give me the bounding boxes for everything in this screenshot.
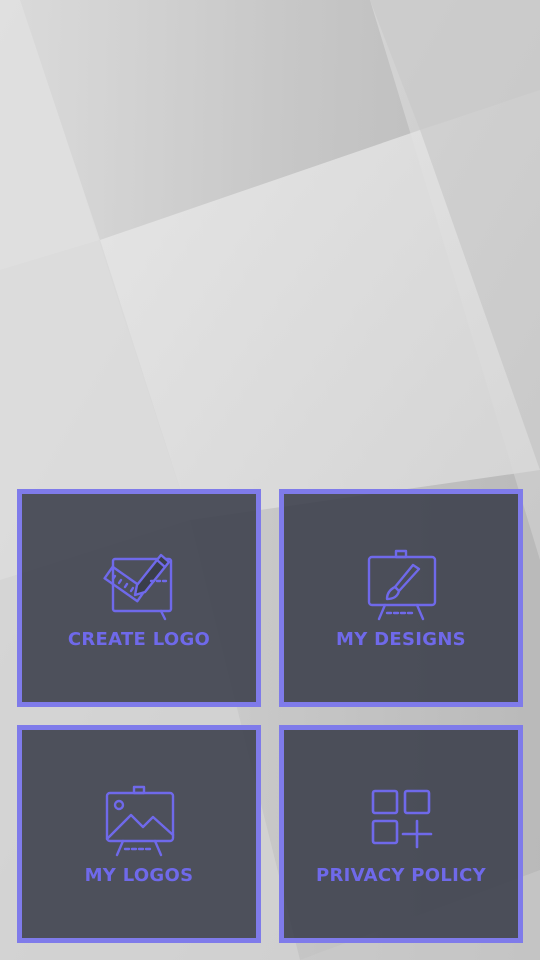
create-logo-button[interactable]: CREATE LOGO: [17, 489, 261, 707]
my-designs-button[interactable]: MY DESIGNS: [279, 489, 523, 707]
my-logos-button[interactable]: MY LOGOS: [17, 725, 261, 943]
privacy-policy-button[interactable]: PRIVACY POLICY: [279, 725, 523, 943]
easel-picture-icon: [105, 785, 175, 856]
my-designs-label: MY DESIGNS: [336, 628, 466, 650]
easel-ruler-pencil-icon: [103, 553, 173, 620]
easel-brush-icon: [367, 549, 437, 620]
my-logos-label: MY LOGOS: [84, 864, 194, 886]
grid-plus-icon: [371, 789, 433, 848]
create-logo-label: CREATE LOGO: [67, 628, 211, 650]
privacy-policy-label: PRIVACY POLICY: [315, 864, 486, 886]
